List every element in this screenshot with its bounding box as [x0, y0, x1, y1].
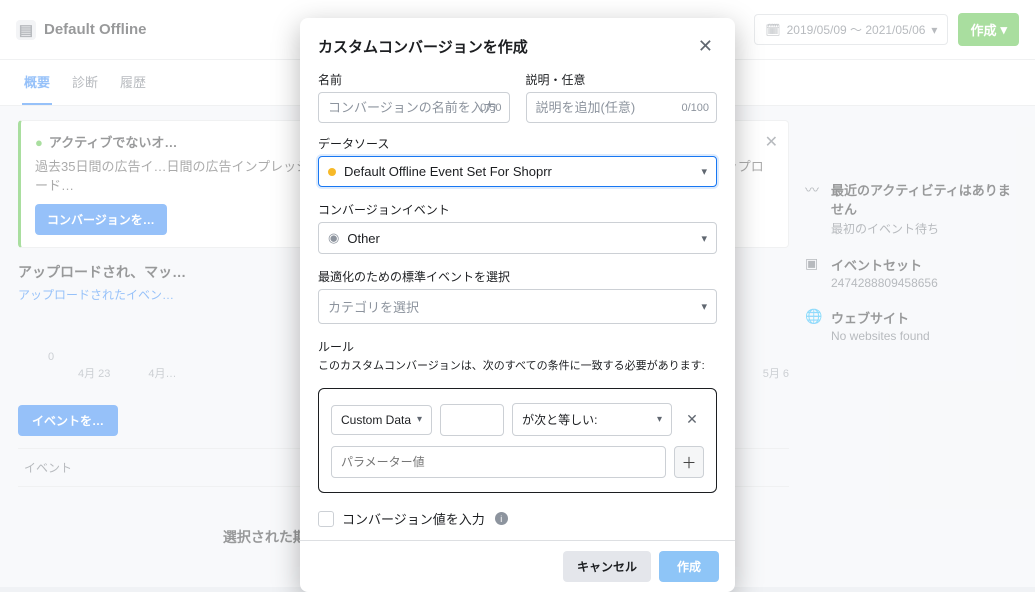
convevent-value: Other: [347, 231, 380, 246]
datasource-label: データソース: [318, 135, 717, 152]
rules-helper: このカスタムコンバージョンは、次のすべての条件に一致する必要があります:: [318, 359, 717, 374]
modal-title: カスタムコンバージョンを作成: [318, 36, 528, 57]
close-icon[interactable]: ✕: [694, 34, 717, 59]
rules-box: Custom Data ▾ が次と等しい: ▾ ✕ ＋: [318, 388, 717, 493]
chevron-down-icon: ▾: [417, 414, 422, 425]
create-button[interactable]: 作成: [659, 551, 719, 582]
name-counter: 0/50: [480, 102, 501, 114]
chevron-down-icon: ▾: [701, 165, 707, 178]
name-label: 名前: [318, 71, 510, 88]
desc-counter: 0/100: [681, 102, 709, 114]
condition-select[interactable]: が次と等しい: ▾: [512, 403, 672, 436]
conversion-event-select[interactable]: ◉ Other ▾: [318, 222, 717, 254]
chevron-down-icon: ▾: [657, 414, 662, 425]
create-conversion-modal: カスタムコンバージョンを作成 ✕ 名前 0/50 説明・任意: [300, 18, 735, 592]
info-icon[interactable]: i: [495, 512, 508, 525]
convevent-label: コンバージョンイベント: [318, 201, 717, 218]
datasource-value: Default Offline Event Set For Shoprr: [344, 164, 552, 179]
rules-label: ルール: [318, 338, 717, 355]
datasource-select[interactable]: Default Offline Event Set For Shoprr ▾: [318, 156, 717, 187]
conversion-value-checkbox[interactable]: [318, 511, 334, 527]
conversion-value-label: コンバージョン値を入力: [342, 509, 485, 528]
status-dot-icon: [328, 168, 336, 176]
chevron-down-icon: ▾: [701, 300, 707, 313]
modal-overlay: カスタムコンバージョンを作成 ✕ 名前 0/50 説明・任意: [0, 0, 1035, 587]
add-rule-button[interactable]: ＋: [674, 446, 704, 478]
chevron-down-icon: ▾: [701, 232, 707, 245]
remove-rule-button[interactable]: ✕: [680, 411, 704, 428]
desc-label: 説明・任意: [526, 71, 718, 88]
stdevent-label: 最適化のための標準イベントを選択: [318, 268, 717, 285]
stdevent-placeholder: カテゴリを選択: [328, 297, 419, 316]
cancel-button[interactable]: キャンセル: [563, 551, 651, 582]
standard-event-select[interactable]: カテゴリを選択 ▾: [318, 289, 717, 324]
dot-icon: ◉: [328, 230, 339, 246]
param-key-select[interactable]: [440, 404, 504, 436]
custom-data-select[interactable]: Custom Data ▾: [331, 405, 432, 435]
param-value-input[interactable]: [331, 446, 666, 478]
